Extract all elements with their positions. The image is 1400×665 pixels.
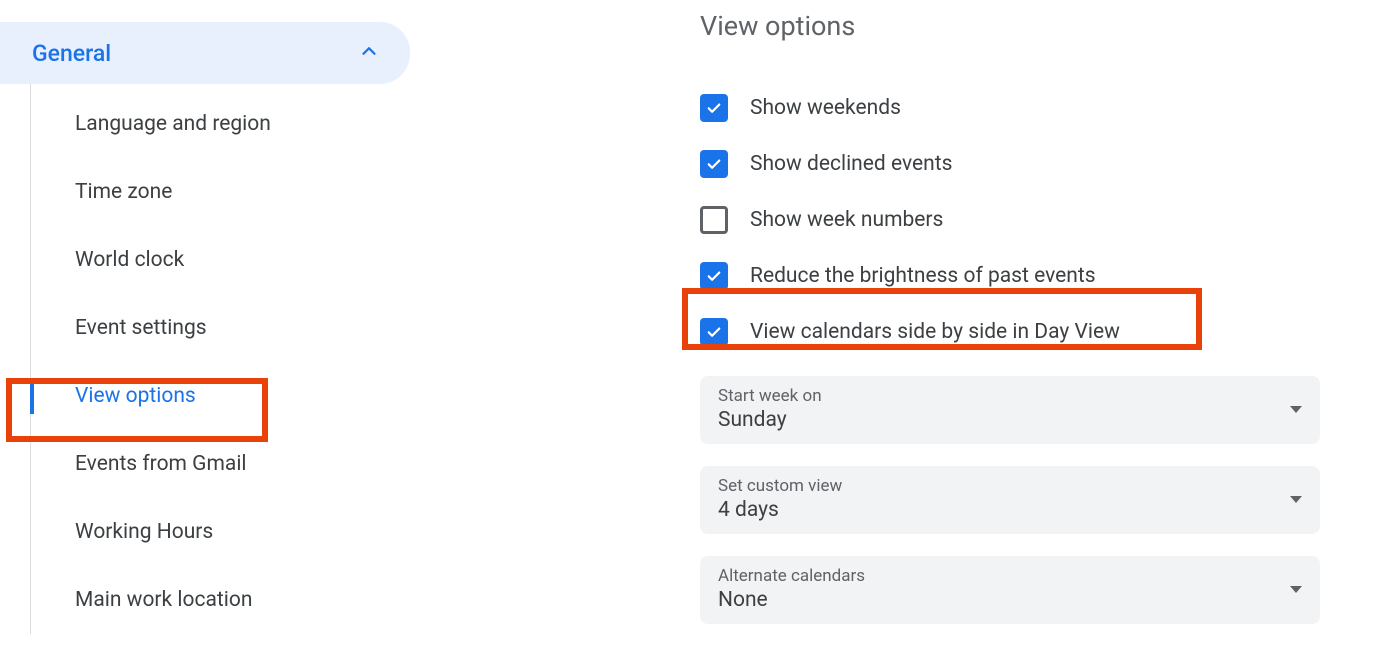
dropdown-start-week-on[interactable]: Start week on Sunday	[700, 376, 1320, 444]
checkbox-show-week-numbers[interactable]: Show week numbers	[700, 192, 1320, 248]
settings-sidebar: General Language and region Time zone Wo…	[0, 0, 410, 665]
checkbox-label: View calendars side by side in Day View	[750, 320, 1120, 344]
dropdown-set-custom-view[interactable]: Set custom view 4 days	[700, 466, 1320, 534]
caret-down-icon	[1290, 496, 1302, 503]
checkbox-icon	[700, 150, 728, 178]
dropdown-value: Sunday	[718, 408, 822, 432]
caret-down-icon	[1290, 586, 1302, 593]
chevron-up-icon	[358, 40, 380, 66]
checkbox-icon	[700, 94, 728, 122]
checkbox-label: Show weekends	[750, 96, 901, 120]
dropdown-label: Start week on	[718, 386, 822, 406]
settings-main: View options Show weekends Show declined…	[410, 0, 1400, 665]
checkbox-show-weekends[interactable]: Show weekends	[700, 80, 1320, 136]
sidebar-item-event-settings[interactable]: Event settings	[31, 294, 410, 362]
section-title: View options	[700, 10, 1320, 42]
sidebar-item-working-hours[interactable]: Working Hours	[31, 498, 410, 566]
sidebar-item-time-zone[interactable]: Time zone	[31, 158, 410, 226]
dropdown-alternate-calendars[interactable]: Alternate calendars None	[700, 556, 1320, 624]
dropdown-label: Alternate calendars	[718, 566, 865, 586]
sidebar-item-world-clock[interactable]: World clock	[31, 226, 410, 294]
sidebar-item-language-and-region[interactable]: Language and region	[31, 90, 410, 158]
checkbox-label: Reduce the brightness of past events	[750, 264, 1096, 288]
sidebar-section-general[interactable]: General	[0, 22, 410, 84]
checkbox-show-declined-events[interactable]: Show declined events	[700, 136, 1320, 192]
sidebar-subtree: Language and region Time zone World cloc…	[30, 84, 410, 634]
sidebar-section-label: General	[32, 40, 111, 67]
checkbox-label: Show declined events	[750, 152, 952, 176]
caret-down-icon	[1290, 406, 1302, 413]
checkbox-reduce-brightness[interactable]: Reduce the brightness of past events	[700, 248, 1320, 304]
checkbox-icon	[700, 206, 728, 234]
checkbox-label: Show week numbers	[750, 208, 943, 232]
checkbox-icon	[700, 318, 728, 346]
dropdown-value: None	[718, 588, 865, 612]
sidebar-item-main-work-location[interactable]: Main work location	[31, 566, 410, 634]
dropdown-value: 4 days	[718, 498, 842, 522]
checkbox-side-by-side[interactable]: View calendars side by side in Day View	[700, 304, 1320, 360]
dropdown-label: Set custom view	[718, 476, 842, 496]
sidebar-item-view-options[interactable]: View options	[31, 362, 410, 430]
checkbox-icon	[700, 262, 728, 290]
sidebar-item-events-from-gmail[interactable]: Events from Gmail	[31, 430, 410, 498]
